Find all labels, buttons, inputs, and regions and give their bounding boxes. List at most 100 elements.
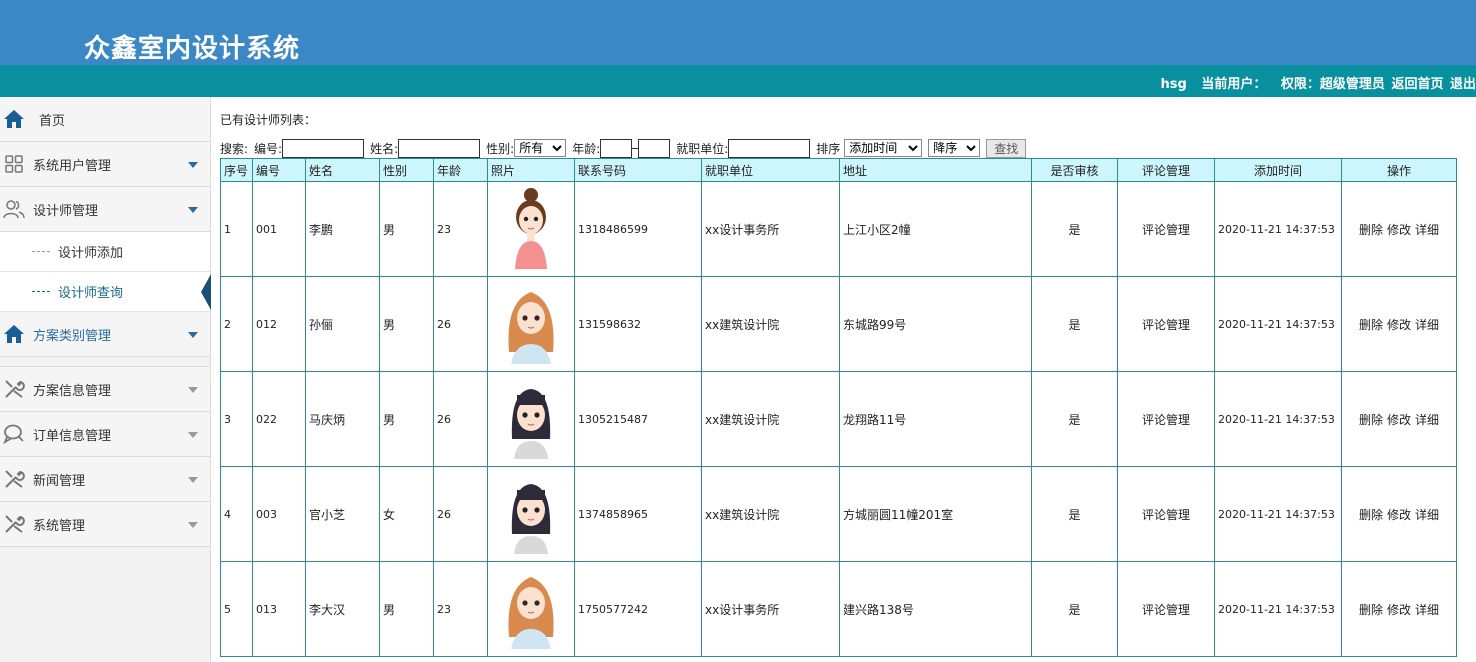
cell-time: 2020-11-21 14:37:53 <box>1214 466 1342 562</box>
table-row: 3 022 马庆炳男 26 1305215487 xx建筑设计院 龙翔路11号是评论管理 20… <box>220 371 1457 467</box>
cell-name: 李大汉 <box>305 561 380 657</box>
tree-dash <box>32 251 50 252</box>
tree-dash <box>32 291 50 292</box>
cell-name: 官小芝 <box>305 466 380 562</box>
age-max-input[interactable] <box>638 138 671 158</box>
cell-idx: 3 <box>220 371 253 467</box>
edit-link[interactable]: 修改 <box>1387 508 1411 522</box>
username: hsg <box>1160 77 1187 92</box>
sidebar-item-order-info[interactable]: 订单信息管理 <box>0 412 210 457</box>
delete-link[interactable]: 删除 <box>1359 318 1383 332</box>
table-row: 1 001 李鹏男 23 1318486599 xx设计事务所 上江小区2幢是评论管理 202… <box>220 181 1457 277</box>
delete-link[interactable]: 删除 <box>1359 413 1383 427</box>
age-min-input[interactable] <box>600 138 633 158</box>
col-header: 是否审核 <box>1031 158 1118 182</box>
cell-unit: xx建筑设计院 <box>701 371 840 467</box>
edit-link[interactable]: 修改 <box>1387 413 1411 427</box>
sidebar-subitem-label: 设计师查询 <box>58 286 124 301</box>
unit-input[interactable] <box>728 138 811 158</box>
sidebar-item-system-users[interactable]: 系统用户管理 <box>0 142 210 187</box>
cell-address: 方城丽圆11幢201室 <box>839 466 1032 562</box>
sidebar-item-label: 方案信息管理 <box>33 383 112 399</box>
sidebar-item-system[interactable]: 系统管理 <box>0 502 210 547</box>
detail-link[interactable]: 详细 <box>1415 223 1439 237</box>
order-select[interactable]: 降序 <box>928 139 981 157</box>
sex-select[interactable]: 所有 <box>514 139 567 157</box>
sidebar-subitem-query-designer[interactable]: 设计师查询 <box>0 272 211 312</box>
col-header: 编号 <box>252 158 306 182</box>
sidebar-item-scheme-category[interactable]: 方案类别管理 <box>0 312 210 357</box>
search-bar: 搜索: 编号: 姓名: 性别: 所有 年龄: 就职单位: 排序 添加时间 降序 … <box>220 137 1027 159</box>
detail-link[interactable]: 详细 <box>1415 603 1439 617</box>
cell-address: 东城路99号 <box>839 276 1032 372</box>
home-link[interactable]: 返回首页 <box>1391 77 1443 92</box>
cell-idx: 5 <box>220 561 253 657</box>
cell-age: 26 <box>433 371 488 467</box>
no-input[interactable] <box>282 138 365 158</box>
cell-actions: 删除 修改 详细 <box>1341 276 1457 372</box>
chevron-down-icon <box>188 477 198 483</box>
sidebar-item-label: 方案类别管理 <box>33 328 112 344</box>
cell-sex: 女 <box>379 466 434 562</box>
cell-sex: 男 <box>379 276 434 372</box>
detail-link[interactable]: 详细 <box>1415 508 1439 522</box>
logout-link[interactable]: 退出 <box>1450 77 1476 92</box>
designer-table: 序号 编号 姓名 性别 年龄 照片 联系号码 就职单位 地址 是否审核 评论管理… <box>220 158 1457 657</box>
comment-link[interactable]: 评论管理 <box>1117 561 1215 657</box>
edit-link[interactable]: 修改 <box>1387 223 1411 237</box>
name-input[interactable] <box>398 138 481 158</box>
chat-icon <box>3 423 25 445</box>
no-label: 编号: <box>254 141 283 156</box>
table-header-row: 序号 编号 姓名 性别 年龄 照片 联系号码 就职单位 地址 是否审核 评论管理… <box>220 158 1457 182</box>
chevron-down-icon <box>188 207 198 213</box>
avatar <box>503 291 559 367</box>
sidebar-item-scheme-info[interactable]: 方案信息管理 <box>0 367 210 412</box>
sort-select[interactable]: 添加时间 <box>844 139 923 157</box>
comment-link[interactable]: 评论管理 <box>1117 276 1215 372</box>
chevron-down-icon <box>188 522 198 528</box>
home-icon <box>3 108 25 130</box>
sidebar-item-label: 系统管理 <box>33 518 86 534</box>
sex-label: 性别: <box>486 141 515 156</box>
cell-unit: xx建筑设计院 <box>701 466 840 562</box>
sidebar-subitem-add-designer[interactable]: 设计师添加 <box>0 232 210 272</box>
detail-link[interactable]: 详细 <box>1415 318 1439 332</box>
delete-link[interactable]: 删除 <box>1359 603 1383 617</box>
col-header: 姓名 <box>305 158 380 182</box>
top-nav-bar: hsg 当前用户： 权限：超级管理员 返回首页 退出 <box>0 65 1476 97</box>
edit-link[interactable]: 修改 <box>1387 318 1411 332</box>
comment-link[interactable]: 评论管理 <box>1117 181 1215 277</box>
col-header: 操作 <box>1341 158 1457 182</box>
edit-link[interactable]: 修改 <box>1387 603 1411 617</box>
cell-phone: 1305215487 <box>574 371 702 467</box>
sidebar-item-label: 系统用户管理 <box>33 158 112 174</box>
cell-actions: 删除 修改 详细 <box>1341 181 1457 277</box>
comment-link[interactable]: 评论管理 <box>1117 371 1215 467</box>
delete-link[interactable]: 删除 <box>1359 223 1383 237</box>
cell-phone: 131598632 <box>574 276 702 372</box>
col-header: 照片 <box>487 158 575 182</box>
avatar <box>509 187 553 272</box>
cell-address: 上江小区2幢 <box>839 181 1032 277</box>
cell-no: 012 <box>252 276 306 372</box>
age-label: 年龄: <box>572 141 601 156</box>
cell-no: 003 <box>252 466 306 562</box>
sidebar-item-label: 订单信息管理 <box>33 428 112 444</box>
search-button[interactable]: 查找 <box>986 138 1027 158</box>
cell-actions: 删除 修改 详细 <box>1341 466 1457 562</box>
cell-photo <box>487 561 575 657</box>
cell-address: 建兴路138号 <box>839 561 1032 657</box>
cell-audit: 是 <box>1031 276 1118 372</box>
cell-photo <box>487 466 575 562</box>
sidebar-item-news[interactable]: 新闻管理 <box>0 457 210 502</box>
cell-audit: 是 <box>1031 371 1118 467</box>
col-header: 联系号码 <box>574 158 702 182</box>
sidebar: 首页 系统用户管理 设计师管理 设计师添加 设计师查询 方案类别管理 方案信息管… <box>0 97 211 662</box>
comment-link[interactable]: 评论管理 <box>1117 466 1215 562</box>
sidebar-item-designers[interactable]: 设计师管理 <box>0 187 210 232</box>
cell-age: 23 <box>433 561 488 657</box>
current-user-label: 当前用户： <box>1201 77 1267 92</box>
detail-link[interactable]: 详细 <box>1415 413 1439 427</box>
delete-link[interactable]: 删除 <box>1359 508 1383 522</box>
sidebar-item-home[interactable]: 首页 <box>0 97 210 142</box>
